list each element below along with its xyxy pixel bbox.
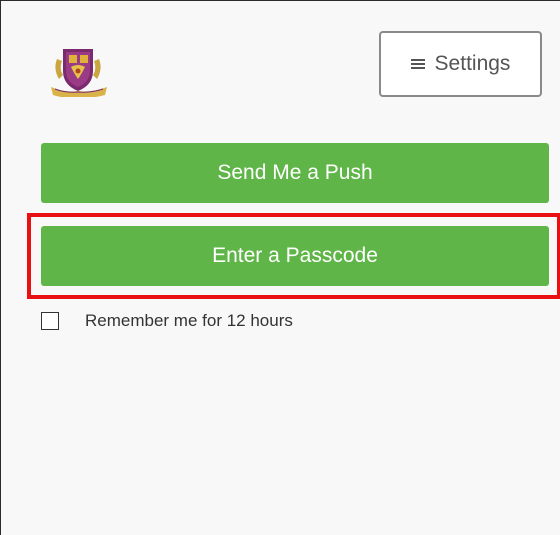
remember-me-label: Remember me for 12 hours xyxy=(85,311,293,330)
university-crest-icon xyxy=(51,49,107,97)
settings-label: Settings xyxy=(434,52,511,75)
remember-me-checkbox[interactable] xyxy=(41,312,59,330)
enter-passcode-label: Enter a Passcode xyxy=(212,244,378,267)
send-push-button[interactable]: Send Me a Push xyxy=(41,143,549,203)
hamburger-menu-icon xyxy=(410,58,425,70)
auth-panel: Settings Send Me a Push Enter a Passcode… xyxy=(0,0,560,535)
remember-me-row: Remember me for 12 hours xyxy=(41,311,293,331)
send-push-label: Send Me a Push xyxy=(217,161,373,184)
settings-button[interactable]: Settings xyxy=(379,31,542,97)
enter-passcode-button[interactable]: Enter a Passcode xyxy=(41,226,549,286)
